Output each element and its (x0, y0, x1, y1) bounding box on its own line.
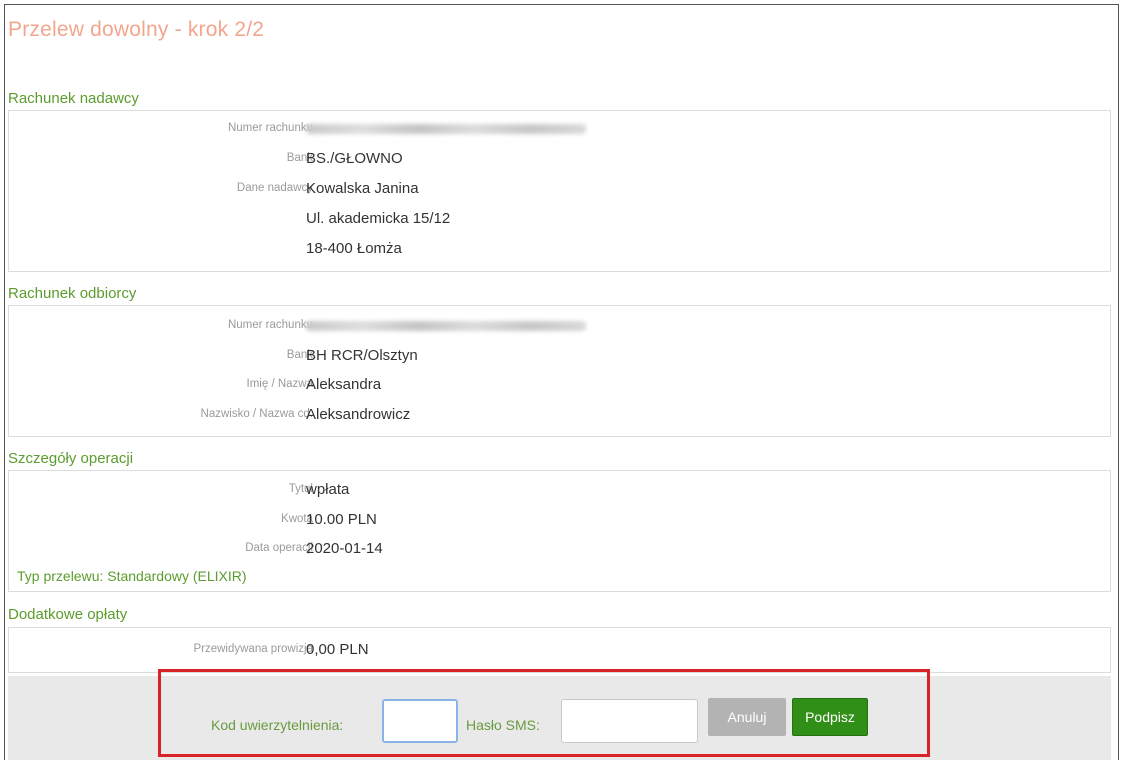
recipient-account-row: Numer rachunku (9, 314, 1110, 338)
recipient-details-box: Numer rachunku Bank BH RCR/Olsztyn Imię … (8, 305, 1111, 437)
operation-date-value: 2020-01-14 (306, 540, 383, 557)
operation-details-box: Tytuł wpłata Kwota 10.00 PLN Data operac… (8, 470, 1111, 592)
page-title: Przelew dowolny - krok 2/2 (8, 18, 265, 41)
sender-street: Ul. akademicka 15/12 (306, 210, 451, 227)
operation-title-row: Tytuł wpłata (9, 478, 1110, 502)
fees-section-header: Dodatkowe opłaty (8, 606, 128, 623)
commission-row: Przewidywana prowizja 0,00 PLN (9, 638, 1110, 662)
sender-street-row: Ul. akademicka 15/12 (9, 207, 1110, 231)
transfer-type: Typ przelewu: Standardowy (ELIXIR) (17, 568, 247, 584)
sender-bank-value: BS./GŁOWNO (306, 150, 403, 167)
recipient-account-number-redacted (306, 321, 586, 331)
operation-date-label: Data operacji (245, 542, 313, 554)
sender-city-row: 18-400 Łomża (9, 237, 1110, 261)
sender-account-label: Numer rachunku (227, 122, 313, 134)
recipient-account-label: Numer rachunku (227, 319, 313, 331)
sender-city: 18-400 Łomża (306, 240, 402, 257)
recipient-section-header: Rachunek odbiorcy (8, 285, 137, 302)
recipient-last-name-row: Nazwisko / Nazwa cd. Aleksandrowicz (9, 403, 1110, 427)
sender-name: Kowalska Janina (306, 180, 419, 197)
recipient-bank-row: Bank BH RCR/Olsztyn (9, 344, 1110, 368)
sender-details-box: Numer rachunku Bank BS./GŁOWNO Dane nada… (8, 110, 1111, 272)
sender-section-header: Rachunek nadawcy (8, 90, 139, 107)
sender-data-row: Dane nadawcy Kowalska Janina (9, 177, 1110, 201)
commission-value: 0,00 PLN (306, 641, 369, 658)
recipient-last-name-label: Nazwisko / Nazwa cd. (200, 408, 313, 420)
commission-label: Przewidywana prowizja (193, 643, 313, 655)
operation-section-header: Szczegóły operacji (8, 450, 134, 467)
sender-account-number-redacted (306, 124, 586, 134)
recipient-bank-value: BH RCR/Olsztyn (306, 347, 418, 364)
operation-amount-value: 10.00 PLN (306, 511, 377, 528)
operation-amount-row: Kwota 10.00 PLN (9, 508, 1110, 532)
fees-details-box: Przewidywana prowizja 0,00 PLN (8, 627, 1111, 673)
recipient-first-name-row: Imię / Nazwa Aleksandra (9, 373, 1110, 397)
sender-data-label: Dane nadawcy (236, 182, 313, 194)
recipient-first-name-value: Aleksandra (306, 376, 382, 393)
operation-title-value: wpłata (306, 481, 350, 498)
operation-date-row: Data operacji 2020-01-14 (9, 537, 1110, 561)
recipient-first-name-label: Imię / Nazwa (246, 378, 313, 390)
authorization-highlight-frame (158, 669, 930, 757)
recipient-last-name-value: Aleksandrowicz (306, 406, 411, 423)
sender-account-row: Numer rachunku (9, 117, 1110, 141)
sender-bank-row: Bank BS./GŁOWNO (9, 147, 1110, 171)
